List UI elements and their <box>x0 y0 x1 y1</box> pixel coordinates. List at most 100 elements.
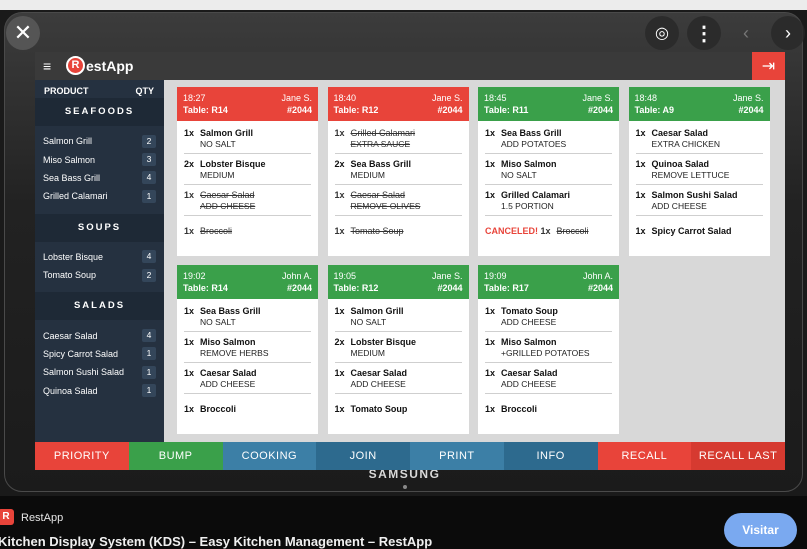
ticket-item[interactable]: 1x Quinoa Salad REMOVE LETTUCE <box>635 154 763 185</box>
ticket-item-text: 1x Caesar Salad <box>636 128 709 138</box>
action-button-recall-last[interactable]: RECALL LAST <box>691 442 785 470</box>
action-button-recall[interactable]: RECALL <box>597 442 692 470</box>
item-qty: 1x <box>334 190 345 200</box>
ticket-item-text: 1x Miso Salmon <box>184 337 256 347</box>
sidebar-product-row[interactable]: Lobster Bisque 4 <box>35 248 164 266</box>
item-name: Grilled Calamari <box>501 190 571 200</box>
ticket-item[interactable]: 1x Broccoli <box>184 216 311 240</box>
item-qty: 1x <box>334 368 345 378</box>
ticket-item[interactable]: 1x Caesar Salad ADD CHEESE <box>184 185 311 216</box>
action-button-priority[interactable]: PRIORITY <box>35 442 129 470</box>
ticket-item[interactable]: 2x Lobster Bisque MEDIUM <box>184 154 311 185</box>
col-qty-label: QTY <box>135 86 154 96</box>
sidebar-product-row[interactable]: Quinoa Salad 1 <box>35 382 164 400</box>
source-favicon-icon: R <box>0 509 14 525</box>
product-name: Miso Salmon <box>43 154 96 165</box>
ticket-item-text: 1x Tomato Soup <box>335 226 404 236</box>
next-button[interactable]: › <box>771 16 805 50</box>
sidebar-product-row[interactable]: Tomato Soup 2 <box>35 266 164 284</box>
ticket-item[interactable]: 2x Sea Bass Grill MEDIUM <box>334 154 462 185</box>
ticket-item[interactable]: 1x Tomato Soup <box>335 216 462 240</box>
source-name[interactable]: RestApp <box>21 512 63 524</box>
action-button-info[interactable]: INFO <box>503 442 598 470</box>
sidebar-product-row[interactable]: Miso Salmon 3 <box>35 150 164 168</box>
item-modifier: ADD CHEESE <box>350 379 406 389</box>
chevron-right-icon: › <box>785 22 791 43</box>
ticket-header-row: Table: R12 #2044 <box>334 282 463 294</box>
order-ticket[interactable]: 18:40 Jane S. Table: R12 #2044 1x Grilled Cal… <box>327 87 469 256</box>
lens-button[interactable]: ◎ <box>645 16 679 50</box>
ticket-item[interactable]: 1x Caesar Salad REMOVE OLIVES <box>334 185 462 216</box>
product-qty-badge: 2 <box>142 134 156 148</box>
item-qty: 1x <box>184 190 195 200</box>
product-name: Lobster Bisque <box>43 251 104 262</box>
more-options-button[interactable]: ⋮ <box>687 16 721 50</box>
ticket-item[interactable]: 1x Spicy Carrot Salad <box>636 216 763 240</box>
order-ticket[interactable]: 18:27 Jane S. Table: R14 #2044 1x Salmon Gril… <box>177 87 318 256</box>
item-name: Caesar Salad <box>200 368 257 378</box>
sidebar-product-row[interactable]: Salmon Grill 2 <box>35 132 164 150</box>
ticket-item[interactable]: 1x Broccoli <box>184 394 311 418</box>
menu-icon[interactable]: ≡ <box>43 58 51 74</box>
ticket-item-line: 1x Grilled Calamari <box>485 189 612 201</box>
ticket-item-line: 1x Sea Bass Grill <box>184 305 311 317</box>
item-modifier: EXTRA SAUCE <box>350 139 411 149</box>
previous-button[interactable]: ‹ <box>729 16 763 50</box>
ticket-item[interactable]: 1x Caesar Salad EXTRA CHICKEN <box>635 123 763 154</box>
product-name: Caesar Salad <box>43 330 98 341</box>
sidebar-section-list: Lobster Bisque 4 Tomato Soup 2 <box>35 242 164 293</box>
ticket-item[interactable]: 1x Sea Bass Grill ADD POTATOES <box>485 123 612 154</box>
ticket-item[interactable]: 1x Salmon Grill NO SALT <box>334 301 462 332</box>
ticket-header: 18:48 Jane S. Table: A9 #2044 <box>628 87 770 121</box>
order-ticket[interactable]: 18:45 Jane S. Table: R11 #2044 1x Sea Bass Gr… <box>478 87 619 256</box>
ticket-item[interactable]: 1x Caesar Salad ADD CHEESE <box>334 363 462 394</box>
ticket-server: Jane S. <box>732 93 764 103</box>
ticket-item-line: 1x Quinoa Salad <box>636 158 763 170</box>
ticket-item[interactable]: 1x Grilled Calamari EXTRA SAUCE <box>334 123 462 154</box>
ticket-item[interactable]: 1x Tomato Soup <box>335 394 462 418</box>
ticket-item[interactable]: 1x Miso Salmon +GRILLED POTATOES <box>485 332 612 363</box>
action-button-join[interactable]: JOIN <box>316 442 410 470</box>
ticket-item[interactable]: 1x Miso Salmon NO SALT <box>485 154 612 185</box>
order-ticket[interactable]: 19:09 John A. Table: R17 #2044 1x Tomato Soup… <box>478 265 619 434</box>
sidebar-product-row[interactable]: Spicy Carrot Salad 1 <box>35 345 164 363</box>
order-ticket[interactable]: 19:05 Jane S. Table: R12 #2044 1x Salmon Gril… <box>327 265 469 434</box>
ticket-item-line: 1x Tomato Soup <box>335 403 462 415</box>
sidebar-product-row[interactable]: Salmon Sushi Salad 1 <box>35 363 164 381</box>
action-button-cooking[interactable]: COOKING <box>222 442 317 470</box>
product-name: Quinoa Salad <box>43 385 98 396</box>
ticket-item-text: 2x Lobster Bisque <box>335 337 417 347</box>
product-name: Salmon Sushi Salad <box>43 367 125 378</box>
exit-button[interactable]: ⇥ <box>752 52 785 80</box>
order-ticket[interactable]: 19:02 John A. Table: R14 #2044 1x Sea Bass Gr… <box>177 265 318 434</box>
ticket-header: 18:27 Jane S. Table: R14 #2044 <box>177 87 318 121</box>
ticket-item[interactable]: 1x Sea Bass Grill NO SALT <box>184 301 311 332</box>
close-button[interactable]: ✕ <box>6 16 40 50</box>
ticket-item[interactable]: 2x Lobster Bisque MEDIUM <box>334 332 462 363</box>
ticket-item-line: 2x Lobster Bisque <box>184 158 311 170</box>
ticket-item[interactable]: 1x Miso Salmon REMOVE HERBS <box>184 332 311 363</box>
item-modifier: ADD CHEESE <box>200 201 256 211</box>
ticket-item[interactable]: 1x Broccoli <box>485 394 612 418</box>
ticket-item[interactable]: 1x Salmon Sushi Salad ADD CHEESE <box>635 185 763 216</box>
ticket-item-line: 1x Caesar Salad <box>485 367 612 379</box>
ticket-item[interactable]: CANCELED! 1x Broccoli <box>485 216 612 240</box>
ticket-item[interactable]: 1x Salmon Grill NO SALT <box>184 123 311 154</box>
product-qty-badge: 1 <box>142 189 156 203</box>
ticket-item[interactable]: 1x Tomato Soup ADD CHEESE <box>485 301 612 332</box>
action-button-print[interactable]: PRINT <box>410 442 504 470</box>
item-modifier: NO SALT <box>200 139 236 149</box>
ticket-server: John A. <box>582 271 613 281</box>
ticket-item-line: 1x Grilled Calamari <box>335 127 462 139</box>
item-qty: 1x <box>184 128 195 138</box>
ticket-item[interactable]: 1x Caesar Salad ADD CHEESE <box>184 363 311 394</box>
action-button-bump[interactable]: BUMP <box>128 442 223 470</box>
ticket-item[interactable]: 1x Caesar Salad ADD CHEESE <box>485 363 612 394</box>
sidebar-product-row[interactable]: Caesar Salad 4 <box>35 326 164 344</box>
order-ticket[interactable]: 18:48 Jane S. Table: A9 #2044 1x Caesar Salad… <box>628 87 770 256</box>
ticket-item-text: 1x Broccoli <box>485 404 537 414</box>
sidebar-product-row[interactable]: Grilled Calamari 1 <box>35 187 164 205</box>
ticket-item[interactable]: 1x Grilled Calamari 1.5 PORTION <box>485 185 612 216</box>
sidebar-product-row[interactable]: Sea Bass Grill 4 <box>35 169 164 187</box>
item-name: Caesar Salad <box>651 128 709 138</box>
